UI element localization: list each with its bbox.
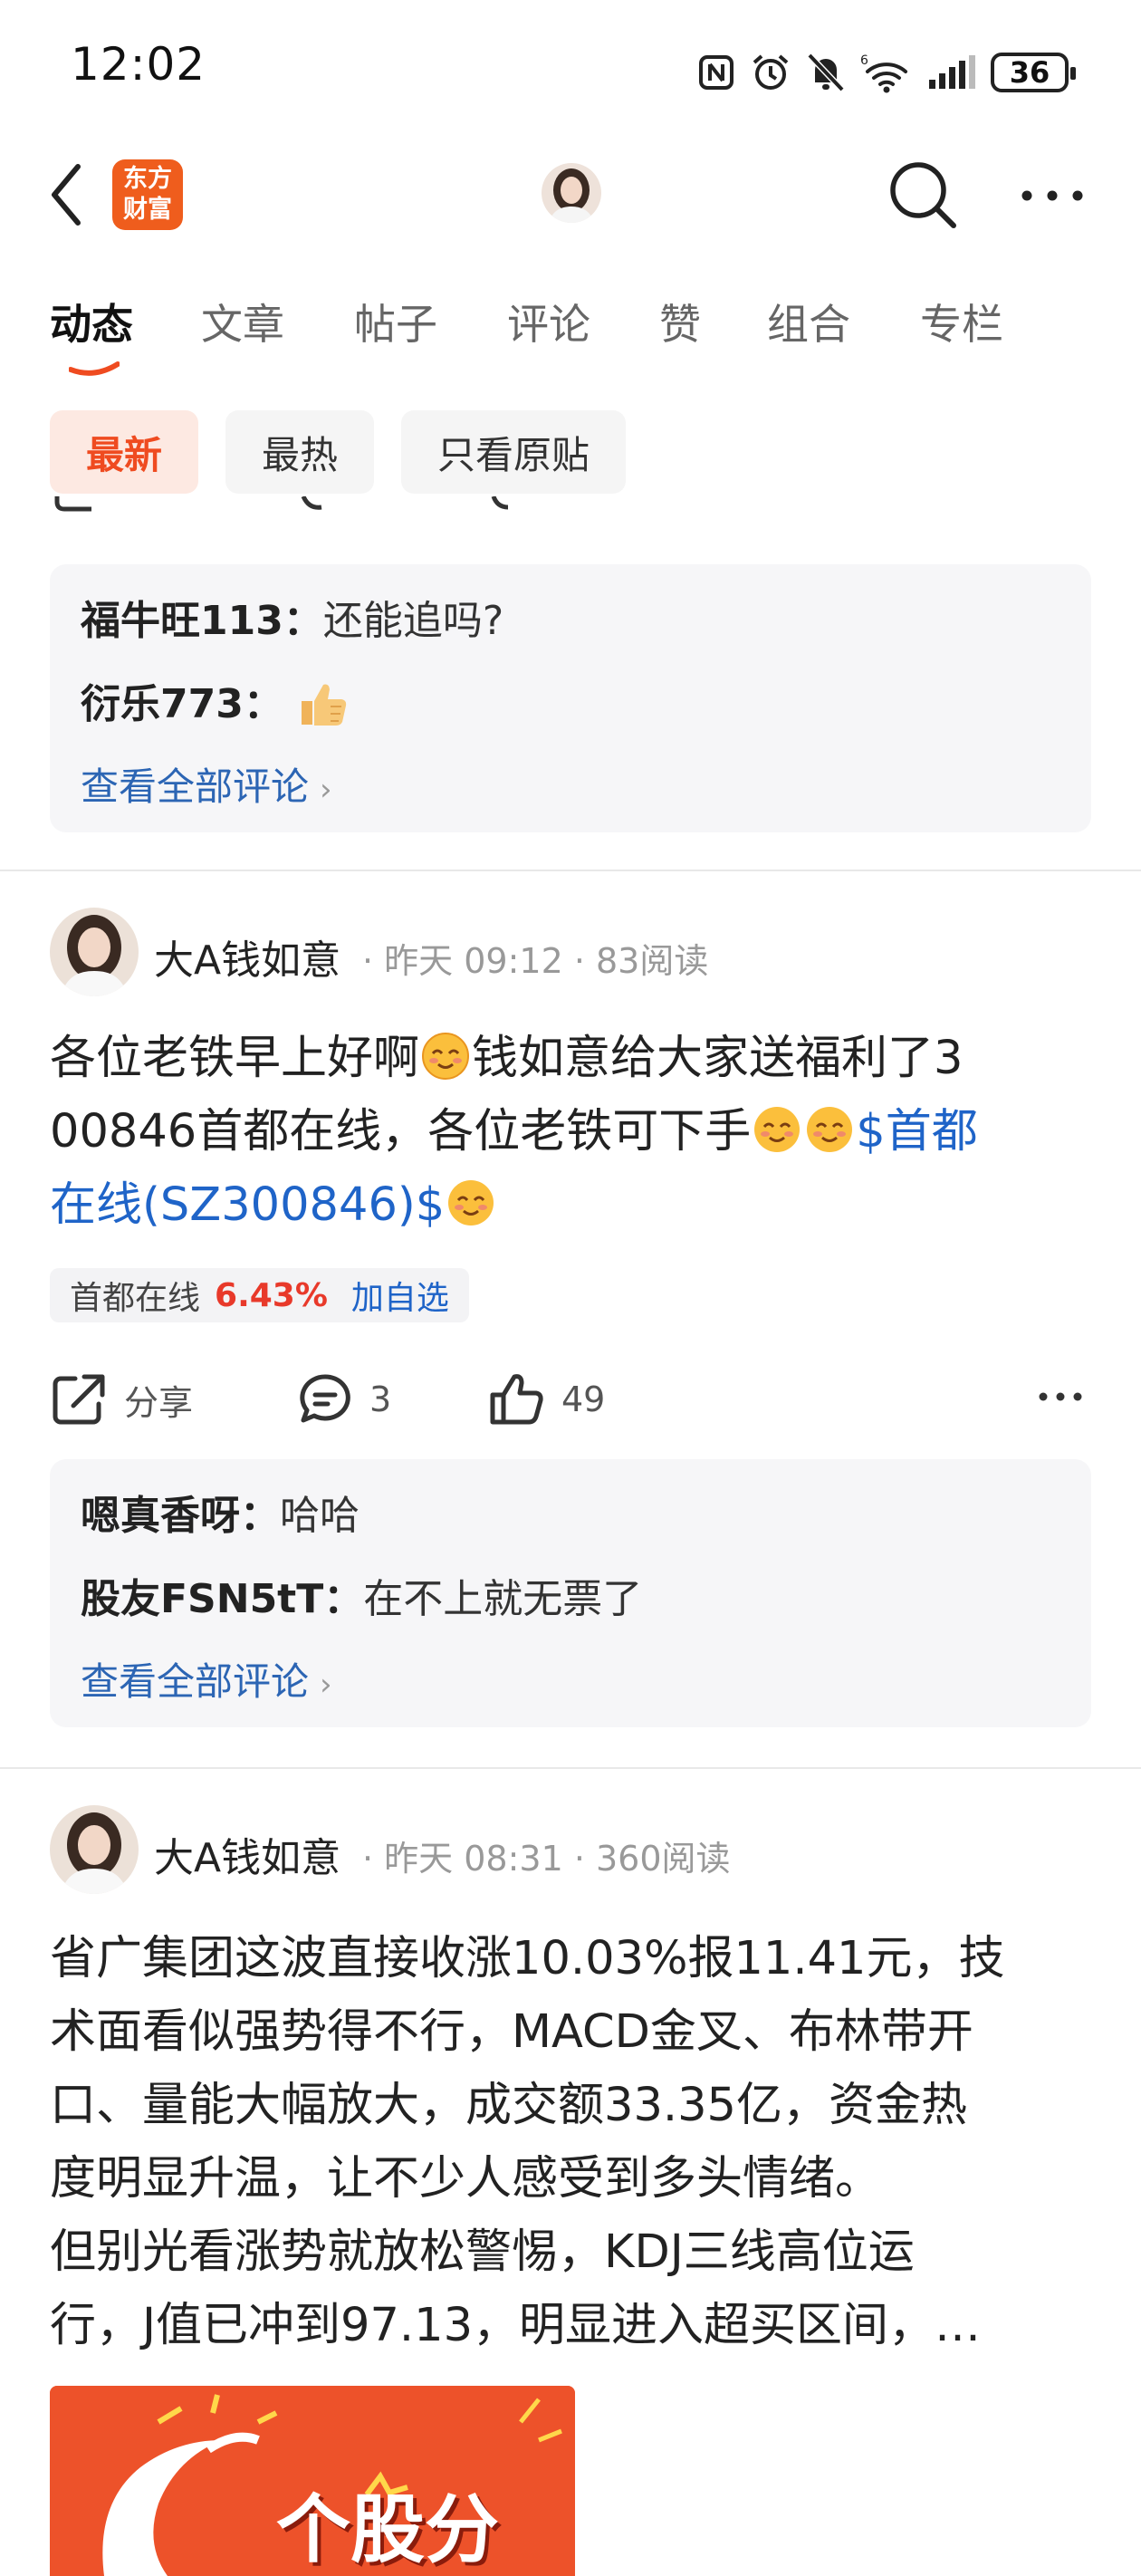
stock-link[interactable]: 在线(SZ300846)$: [50, 1178, 445, 1232]
back-icon[interactable]: [42, 154, 100, 235]
stock-quote-chip[interactable]: 首都在线 6.43% 加自选: [50, 1268, 469, 1322]
share-button[interactable]: 分享: [50, 1370, 193, 1429]
thumbs-up-emoji: [301, 684, 347, 726]
post-meta: · 昨天 08:31 · 360阅读: [362, 1839, 731, 1879]
comment-preview-box: 嗯真香呀：哈哈 股友FSN5tT：在不上就无票了 查看全部评论 ›: [50, 1459, 1091, 1727]
thumbs-up-icon: [490, 1374, 543, 1425]
active-tab-indicator: [69, 361, 120, 376]
tab-dynamic[interactable]: 动态: [50, 292, 133, 351]
comment-user[interactable]: 嗯真香呀：: [81, 1493, 280, 1539]
logo-line1: 东方: [123, 165, 172, 193]
comment-user[interactable]: 福牛旺113：: [81, 598, 323, 644]
status-time: 12:02: [71, 38, 206, 91]
filter-original-only[interactable]: 只看原贴: [401, 410, 627, 494]
post-body[interactable]: 各位老铁早上好啊 钱如意给大家送福利了3 00846首都在线，各位老铁可下手 $首都…: [50, 1022, 1091, 1242]
post-image[interactable]: 个股分: [50, 2386, 575, 2576]
post-more-icon[interactable]: [1038, 1386, 1083, 1408]
post-meta: · 昨天 09:12 · 83阅读: [362, 941, 709, 981]
tab-likes[interactable]: 赞: [659, 292, 701, 351]
comment-text: 哈哈: [280, 1493, 360, 1539]
blush-emoji: [422, 1033, 470, 1080]
mute-bell-icon: [807, 53, 845, 92]
comment-preview-box: 福牛旺113：还能追吗? 衍乐773： 查看全部评论 ›: [50, 564, 1091, 832]
blush-emoji: [754, 1107, 801, 1152]
status-icons: 6 36: [697, 43, 1076, 101]
nfc-icon: [699, 55, 734, 90]
like-count: 49: [561, 1379, 606, 1419]
comment-count: 3: [369, 1379, 392, 1419]
post-divider: [0, 1767, 1141, 1769]
logo-line2: 财富: [123, 196, 172, 224]
share-icon: [53, 1374, 105, 1425]
filter-hottest[interactable]: 最热: [225, 410, 375, 494]
filter-latest[interactable]: 最新: [50, 410, 199, 494]
comment-text: 在不上就无票了: [363, 1576, 643, 1622]
comment-row[interactable]: 衍乐773：: [81, 671, 349, 729]
comment-user[interactable]: 衍乐773：: [81, 681, 283, 727]
comment-row[interactable]: 嗯真香呀：哈哈: [81, 1483, 360, 1541]
comment-row[interactable]: 福牛旺113：还能追吗?: [81, 588, 503, 646]
comment-user[interactable]: 股友FSN5tT：: [81, 1576, 363, 1622]
author-avatar[interactable]: [50, 908, 139, 996]
app-logo: 东方 财富: [112, 159, 183, 230]
tab-articles[interactable]: 文章: [201, 292, 284, 351]
tab-posts[interactable]: 帖子: [354, 292, 437, 351]
comment-row[interactable]: 股友FSN5tT：在不上就无票了: [81, 1566, 642, 1624]
wifi-icon: 6: [860, 53, 907, 93]
comment-text: 还能追吗?: [322, 598, 504, 644]
alarm-icon: [753, 54, 789, 90]
post-divider: [0, 870, 1141, 871]
share-label: 分享: [124, 1382, 194, 1423]
comment-button[interactable]: 3: [297, 1370, 391, 1429]
profile-avatar[interactable]: [542, 163, 601, 223]
view-all-comments-link[interactable]: 查看全部评论 ›: [81, 756, 332, 812]
tab-columns[interactable]: 专栏: [920, 292, 1003, 351]
post-body[interactable]: 省广集团这波直接收涨10.03%报11.41元，技 术面看似强势得不行，MACD…: [50, 1922, 1091, 2362]
image-caption: 个股分: [276, 2487, 500, 2573]
tab-portfolio[interactable]: 组合: [767, 292, 850, 351]
comment-icon: [300, 1374, 350, 1423]
stock-name: 首都在线: [70, 1280, 201, 1317]
signal-icon: [929, 55, 975, 89]
view-all-comments-link[interactable]: 查看全部评论 ›: [81, 1651, 332, 1706]
blush-emoji: [807, 1107, 853, 1152]
tab-bar: 动态 文章 帖子 评论 赞 组合 专栏: [0, 292, 1141, 376]
blush-emoji: [448, 1180, 494, 1226]
previous-post-actions: [50, 496, 1091, 529]
tab-comments[interactable]: 评论: [507, 292, 590, 351]
battery-icon: 36: [991, 53, 1076, 92]
stock-link[interactable]: $首都: [856, 1105, 977, 1158]
like-button[interactable]: 49: [487, 1370, 605, 1429]
stock-change: 6.43%: [215, 1276, 328, 1314]
search-icon[interactable]: [884, 156, 962, 234]
more-icon[interactable]: [1020, 178, 1085, 214]
add-watchlist-button[interactable]: 加自选: [351, 1272, 449, 1319]
author-name[interactable]: 大A钱如意: [154, 1825, 340, 1883]
author-avatar[interactable]: [50, 1805, 139, 1894]
author-name[interactable]: 大A钱如意: [154, 928, 340, 985]
filter-bar: 最新 最热 只看原贴: [50, 410, 627, 494]
svg-text:6: 6: [860, 53, 868, 68]
